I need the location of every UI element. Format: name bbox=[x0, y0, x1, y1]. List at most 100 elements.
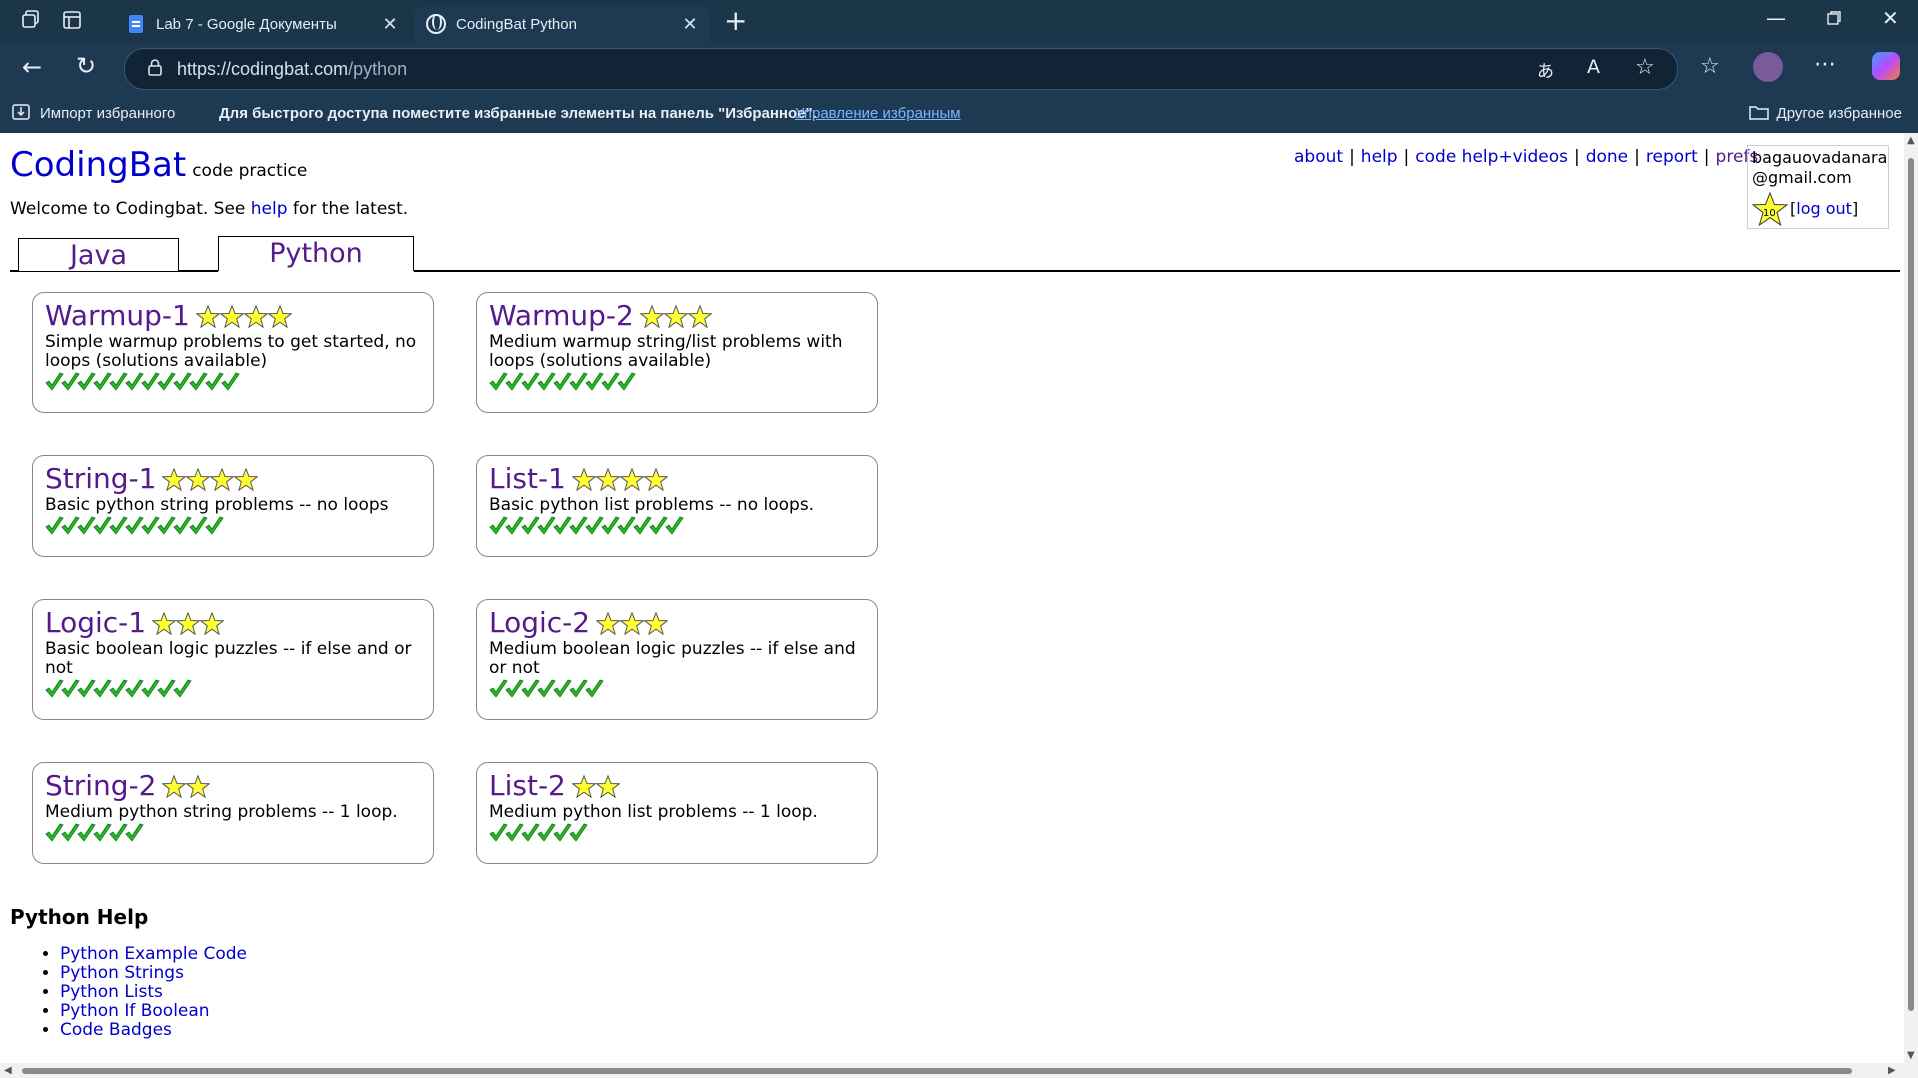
section-title-link[interactable]: Warmup-1 bbox=[45, 301, 190, 331]
scroll-up-icon[interactable]: ▲ bbox=[1907, 135, 1915, 146]
import-favorites[interactable]: Импорт избранного bbox=[12, 103, 175, 125]
nav-report[interactable]: report bbox=[1646, 147, 1698, 167]
section-description: Simple warmup problems to get started, n… bbox=[45, 332, 417, 371]
restore-icon[interactable] bbox=[1826, 10, 1842, 30]
badge-star-icon[interactable]: 10 bbox=[1751, 191, 1789, 227]
star-icon bbox=[571, 467, 596, 491]
section-card: Logic-2 Medium boolean logic puzzles -- i… bbox=[476, 599, 878, 720]
nav-help[interactable]: help bbox=[1361, 147, 1398, 167]
logo-text[interactable]: CodingBat bbox=[10, 145, 186, 185]
star-icon bbox=[195, 304, 220, 328]
horizontal-scrollbar[interactable]: ◀ ▶ bbox=[0, 1063, 1918, 1078]
read-aloud-icon[interactable]: A bbox=[1587, 56, 1600, 78]
list-item: Python Strings bbox=[60, 964, 247, 983]
section-card: String-1 Basic python string problems -- … bbox=[32, 455, 434, 557]
section-header: Warmup-1 bbox=[45, 301, 421, 331]
section-title-link[interactable]: List-2 bbox=[489, 771, 566, 801]
profile-avatar[interactable] bbox=[1753, 52, 1783, 82]
site-logo[interactable]: CodingBat code practice bbox=[10, 145, 307, 185]
welcome-help-link[interactable]: help bbox=[251, 199, 288, 219]
horizontal-scroll-thumb[interactable] bbox=[22, 1068, 1852, 1074]
section-title-link[interactable]: Warmup-2 bbox=[489, 301, 634, 331]
new-tab-icon[interactable]: + bbox=[724, 4, 747, 37]
more-menu-icon[interactable]: ⋯ bbox=[1814, 52, 1836, 77]
help-link-if-boolean[interactable]: Python If Boolean bbox=[60, 1001, 210, 1021]
nav-done[interactable]: done bbox=[1586, 147, 1628, 167]
browser-chrome: Lab 7 - Google Документы ✕ CodingBat Pyt… bbox=[0, 0, 1918, 133]
star-icon bbox=[595, 774, 620, 798]
address-url[interactable]: https://codingbat.com/python bbox=[177, 59, 407, 80]
scroll-left-icon[interactable]: ◀ bbox=[4, 1065, 12, 1076]
section-title-link[interactable]: Logic-2 bbox=[489, 608, 590, 638]
scroll-right-icon[interactable]: ▶ bbox=[1888, 1065, 1896, 1076]
section-description: Medium python list problems -- 1 loop. bbox=[489, 802, 818, 822]
lock-icon[interactable] bbox=[147, 58, 163, 80]
vertical-scroll-thumb[interactable] bbox=[1908, 158, 1914, 1011]
star-icon bbox=[162, 467, 187, 491]
refresh-icon[interactable]: ↻ bbox=[76, 52, 96, 80]
scroll-down-icon[interactable]: ▼ bbox=[1907, 1050, 1915, 1061]
star-icon bbox=[186, 774, 211, 798]
close-tab-icon[interactable]: ✕ bbox=[378, 14, 402, 35]
section-description: Medium python string problems -- 1 loop. bbox=[45, 802, 398, 822]
tab-python[interactable]: Python bbox=[218, 236, 414, 272]
vertical-scrollbar[interactable]: ▲ ▼ bbox=[1904, 133, 1918, 1063]
favorites-icon[interactable]: ☆ bbox=[1700, 54, 1720, 79]
manage-favorites-link[interactable]: Управление избранным bbox=[795, 105, 961, 122]
section-card: String-2 Medium python string problems --… bbox=[32, 762, 434, 864]
section-header: String-1 bbox=[45, 464, 421, 494]
copilot-icon[interactable] bbox=[1872, 52, 1900, 80]
section-title-link[interactable]: Logic-1 bbox=[45, 608, 146, 638]
back-icon[interactable]: ← bbox=[22, 53, 42, 81]
section-card: Warmup-1 Simple warmup problems to get st… bbox=[32, 292, 434, 413]
user-email-line2: @gmail.com bbox=[1752, 168, 1852, 187]
nav-about[interactable]: about bbox=[1294, 147, 1343, 167]
star-icon bbox=[596, 611, 621, 635]
translate-icon[interactable]: あ bbox=[1537, 57, 1554, 82]
difficulty-stars bbox=[571, 774, 620, 798]
logout-link[interactable]: log out bbox=[1796, 199, 1852, 218]
checkmark-icon bbox=[617, 372, 636, 396]
section-title-link[interactable]: String-1 bbox=[45, 464, 156, 494]
help-link-example-code[interactable]: Python Example Code bbox=[60, 944, 247, 964]
tab-java[interactable]: Java bbox=[18, 238, 179, 272]
address-bar[interactable]: https://codingbat.com/python あ A ☆ bbox=[124, 48, 1678, 90]
user-box: bagauovadanara @gmail.com 10 [log out] bbox=[1747, 145, 1889, 229]
help-link-code-badges[interactable]: Code Badges bbox=[60, 1020, 172, 1040]
nav-code-help-videos[interactable]: code help+videos bbox=[1415, 147, 1568, 167]
section-description: Medium boolean logic puzzles -- if else … bbox=[489, 639, 856, 678]
tab-actions-icon[interactable] bbox=[61, 9, 83, 35]
list-item: Python Lists bbox=[60, 983, 247, 1002]
star-icon bbox=[595, 467, 620, 491]
help-link-strings[interactable]: Python Strings bbox=[60, 963, 184, 983]
workspaces-icon[interactable] bbox=[20, 9, 42, 35]
difficulty-stars bbox=[162, 774, 211, 798]
section-title-link[interactable]: List-1 bbox=[489, 464, 566, 494]
star-icon bbox=[210, 467, 235, 491]
other-favorites[interactable]: Другое избранное bbox=[1748, 104, 1902, 124]
minimize-icon[interactable]: — bbox=[1766, 6, 1786, 30]
section-title-link[interactable]: String-2 bbox=[45, 771, 156, 801]
tab-codingbat[interactable]: CodingBat Python ✕ bbox=[414, 6, 710, 42]
nav-separator: | bbox=[1403, 147, 1410, 167]
section-description: Basic python string problems -- no loops bbox=[45, 495, 389, 515]
help-link-lists[interactable]: Python Lists bbox=[60, 982, 163, 1002]
close-tab-icon[interactable]: ✕ bbox=[678, 14, 702, 35]
favorite-star-icon[interactable]: ☆ bbox=[1635, 55, 1655, 80]
completed-checks bbox=[489, 372, 865, 396]
tab-title: CodingBat Python bbox=[456, 15, 577, 33]
difficulty-stars bbox=[639, 304, 712, 328]
checkmark-icon bbox=[665, 516, 684, 540]
favorites-hint: Для быстрого доступа поместите избранные… bbox=[219, 105, 817, 122]
close-window-icon[interactable]: ✕ bbox=[1882, 6, 1899, 30]
section-header: List-1 bbox=[489, 464, 865, 494]
language-tabs: Java Python bbox=[10, 234, 1900, 272]
nav-separator: | bbox=[1703, 147, 1710, 167]
tab-google-docs[interactable]: Lab 7 - Google Документы ✕ bbox=[114, 6, 410, 42]
checkmark-icon bbox=[173, 679, 192, 703]
list-item: Python Example Code bbox=[60, 945, 247, 964]
section-header: Logic-2 bbox=[489, 608, 865, 638]
completed-checks bbox=[45, 372, 421, 396]
nav-separator: | bbox=[1634, 147, 1640, 167]
codingbat-page: CodingBat code practice about | help | code … bbox=[0, 133, 1904, 1063]
